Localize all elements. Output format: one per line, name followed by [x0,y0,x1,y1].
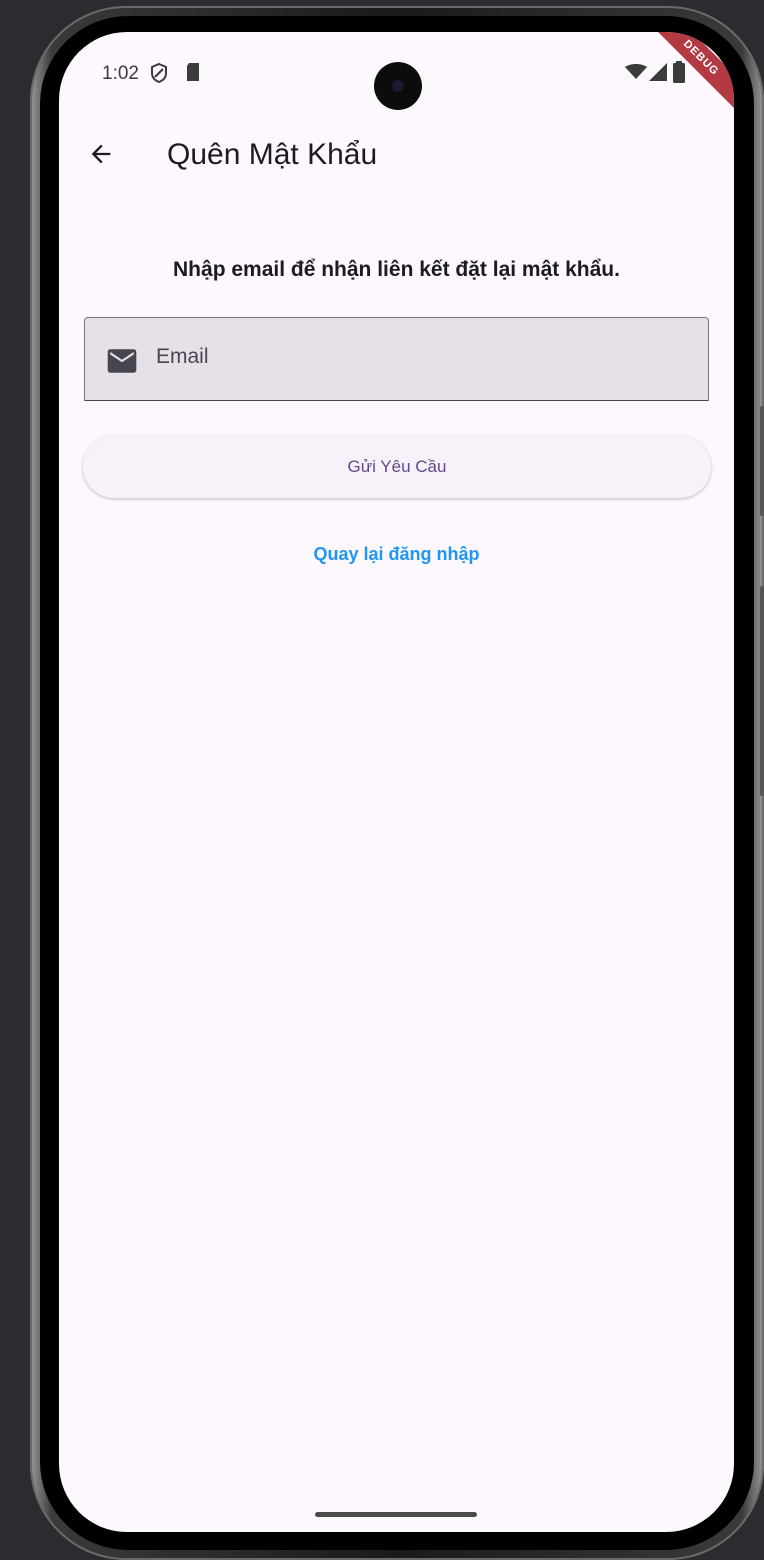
status-bar: 1:02 DEBUG [59,32,734,120]
home-indicator[interactable] [315,1512,477,1517]
status-time: 1:02 [102,63,139,84]
wifi-icon [625,64,647,85]
shield-icon [150,62,168,89]
email-field[interactable]: Email [84,317,709,401]
volume-button [760,406,764,516]
mail-icon [106,348,138,379]
back-button[interactable] [81,136,121,176]
page-title: Quên Mật Khẩu [167,138,378,171]
email-placeholder: Email [156,345,209,368]
back-to-login-link[interactable]: Quay lại đăng nhập [59,544,734,565]
app-screen: 1:02 DEBUG Quên Mật Khẩu Nhập email để n… [59,32,734,1532]
front-camera [374,62,422,110]
instruction-text: Nhập email để nhận liên kết đặt lại mật … [173,258,620,281]
sd-card-icon [185,62,201,87]
battery-icon [673,61,685,88]
power-button [760,586,764,796]
app-bar: Quên Mật Khẩu [59,122,734,192]
arrow-back-icon [87,140,115,173]
signal-icon [649,63,667,86]
send-request-button[interactable]: Gửi Yêu Cầu [83,436,711,498]
